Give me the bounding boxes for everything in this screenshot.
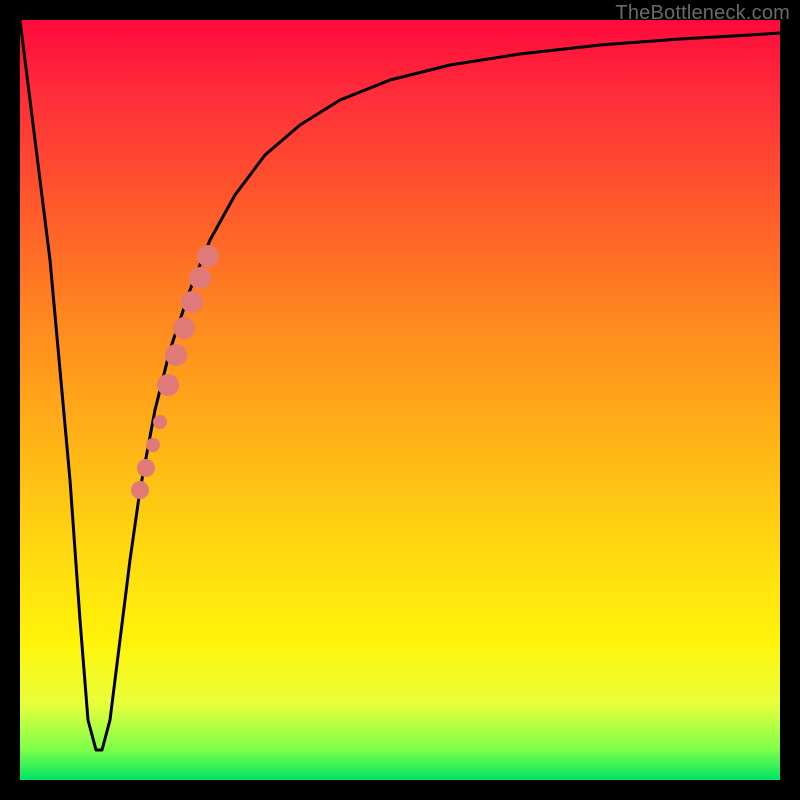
chart-frame: TheBottleneck.com bbox=[0, 0, 800, 800]
highlighted-dots bbox=[131, 245, 219, 499]
highlight-dot bbox=[173, 317, 195, 339]
highlight-dot bbox=[131, 481, 149, 499]
curve-layer bbox=[20, 20, 780, 780]
highlight-dot bbox=[146, 438, 160, 452]
highlight-dot bbox=[189, 267, 211, 289]
highlight-dot bbox=[197, 245, 219, 267]
highlight-dot bbox=[157, 374, 179, 396]
highlight-dot bbox=[181, 291, 203, 313]
bottleneck-curve bbox=[20, 20, 780, 750]
highlight-dot bbox=[137, 459, 155, 477]
highlight-dot bbox=[153, 415, 167, 429]
plot-area bbox=[20, 20, 780, 780]
highlight-dot bbox=[165, 344, 187, 366]
attribution-text: TheBottleneck.com bbox=[615, 2, 790, 25]
